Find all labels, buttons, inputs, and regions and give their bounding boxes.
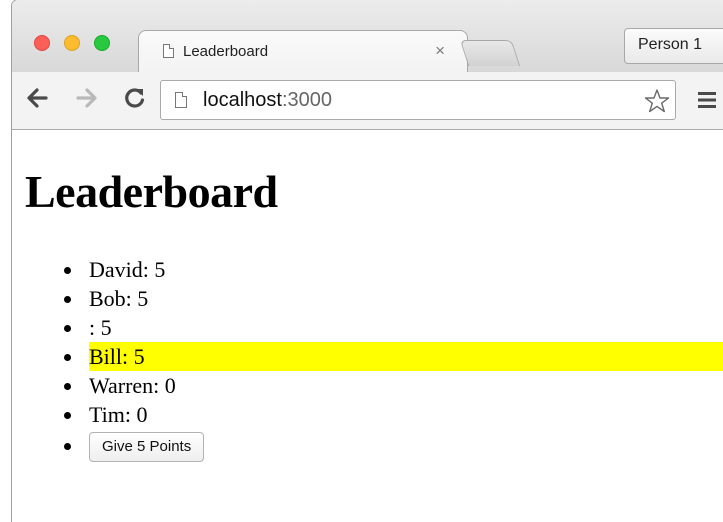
player-item[interactable]: : 5 [12, 313, 723, 342]
bookmark-star-icon[interactable] [643, 87, 671, 115]
player-item[interactable]: Tim: 0 [12, 400, 723, 429]
new-tab-button[interactable] [459, 40, 521, 66]
tab-leaderboard[interactable]: Leaderboard × [138, 30, 468, 72]
leaderboard-list: David: 5 Bob: 5: 5 Bill: 5 Warren: 0 Tim: 0 … [12, 255, 723, 463]
player-name-score: Tim: 0 [89, 402, 148, 427]
player-name-score: Bill: 5 [89, 342, 723, 371]
forward-arrow-icon [76, 88, 97, 108]
minimize-window-icon[interactable] [64, 35, 80, 51]
close-window-icon[interactable] [34, 35, 50, 51]
player-name-score: : 5 [89, 315, 112, 340]
player-item[interactable]: Warren: 0 [12, 371, 723, 400]
profile-button[interactable]: Person 1 [624, 28, 723, 64]
back-button[interactable] [22, 81, 52, 115]
forward-button[interactable] [72, 81, 102, 115]
reload-button[interactable] [120, 81, 150, 115]
give-points-button[interactable]: Give 5 Points [89, 431, 205, 462]
tab-title: Leaderboard [183, 43, 269, 60]
player-item[interactable]: David: 5 [12, 255, 723, 284]
address-bar[interactable]: localhost:3000 [160, 80, 676, 120]
browser-window: Leaderboard × Person 1 localhost:3000 Le… [12, 0, 723, 522]
player-name-score: Warren: 0 [89, 373, 176, 398]
page-icon [163, 44, 174, 58]
url-text: localhost:3000 [203, 89, 332, 111]
browser-toolbar: localhost:3000 [12, 72, 723, 130]
page-icon [175, 92, 187, 108]
give-points-row: Give 5 Points [12, 429, 723, 463]
page-content: Leaderboard David: 5 Bob: 5 : 5 Bill: 5 Warr… [12, 131, 723, 522]
player-name-score: Bob: 5 [89, 286, 149, 311]
reload-icon [125, 88, 145, 108]
player-item[interactable]: Bill: 5 [12, 342, 723, 371]
tab-strip: Leaderboard × Person 1 [12, 0, 723, 72]
back-arrow-icon [27, 88, 48, 108]
page-title: Leaderboard [25, 166, 278, 217]
menu-icon[interactable] [696, 89, 718, 111]
tab-close-icon[interactable]: × [435, 41, 445, 61]
player-item[interactable]: Bob: 5 [12, 284, 723, 313]
zoom-window-icon[interactable] [94, 35, 110, 51]
player-name-score: David: 5 [89, 257, 166, 282]
